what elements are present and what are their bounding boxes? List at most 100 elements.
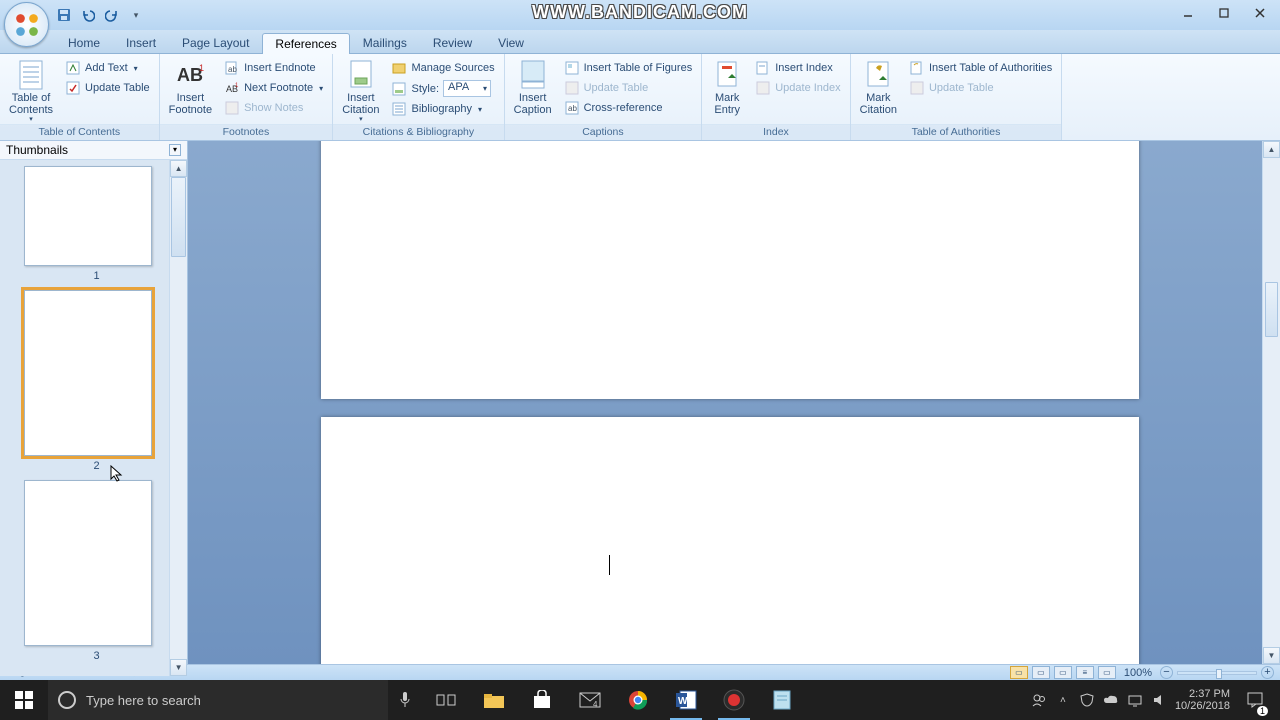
document-scrollbar[interactable]: ▲ ▼: [1262, 141, 1280, 664]
office-button[interactable]: [4, 2, 49, 47]
zoom-level[interactable]: 100%: [1124, 667, 1152, 679]
microphone-icon[interactable]: [388, 680, 422, 720]
toc-label: Table of Contents: [9, 92, 53, 116]
taskbar-bandicam[interactable]: [710, 680, 758, 720]
zoom-out-button[interactable]: −: [1160, 666, 1173, 679]
qat-customize-icon[interactable]: ▾: [127, 6, 145, 24]
mark-citation-button[interactable]: Mark Citation: [856, 57, 901, 116]
toc-icon: [15, 59, 47, 91]
taskbar-file-explorer[interactable]: [470, 680, 518, 720]
insert-toa-button[interactable]: Insert Table of Authorities: [905, 59, 1056, 77]
document-page-2[interactable]: [321, 417, 1139, 664]
view-draft-button[interactable]: ▭: [1098, 666, 1116, 679]
update-table-toc-button[interactable]: Update Table: [61, 79, 154, 97]
bibliography-button[interactable]: Bibliography: [387, 100, 498, 118]
ribbon: Table of Contents ▾ Add Text Update Tabl…: [0, 54, 1280, 141]
insert-index-button[interactable]: Insert Index: [751, 59, 844, 77]
tray-chevron-up-icon[interactable]: ˄: [1055, 692, 1071, 708]
taskbar-chrome[interactable]: [614, 680, 662, 720]
next-footnote-button[interactable]: AB1Next Footnote: [220, 79, 327, 97]
tray-date: 10/26/2018: [1175, 700, 1230, 712]
nav-scrollbar[interactable]: ▲ ▼: [169, 160, 187, 676]
minimize-button[interactable]: [1170, 2, 1206, 24]
mark-entry-button[interactable]: Mark Entry: [707, 57, 747, 116]
update-table-icon: [65, 80, 81, 96]
text-caret: [609, 555, 610, 575]
action-center-button[interactable]: 1: [1238, 680, 1272, 720]
footnote-icon: AB1: [174, 59, 206, 91]
view-print-layout-button[interactable]: ▭: [1010, 666, 1028, 679]
insert-endnote-button[interactable]: abInsert Endnote: [220, 59, 327, 77]
update-table-captions-button: Update Table: [560, 79, 697, 97]
thumbnail-page-3[interactable]: [24, 480, 152, 646]
add-text-icon: [65, 60, 81, 76]
insert-citation-button[interactable]: Insert Citation▾: [338, 57, 383, 124]
windows-taskbar: Type here to search 4 W ˄ 2:37 PM 10/26/…: [0, 680, 1280, 720]
tab-references[interactable]: References: [262, 33, 349, 54]
thumbnail-page-2[interactable]: [24, 290, 152, 456]
manage-sources-button[interactable]: Manage Sources: [387, 59, 498, 77]
insert-toa-icon: [909, 60, 925, 76]
svg-text:ab: ab: [228, 65, 237, 74]
document-page-1[interactable]: [321, 141, 1139, 399]
tab-view[interactable]: View: [485, 32, 537, 53]
insert-footnote-button[interactable]: AB1 Insert Footnote: [165, 57, 216, 116]
tray-time: 2:37 PM: [1175, 688, 1230, 700]
qat-redo-icon[interactable]: [103, 6, 121, 24]
nav-dropdown-icon[interactable]: ▾: [169, 144, 181, 156]
caption-icon: [517, 59, 549, 91]
search-placeholder: Type here to search: [86, 693, 378, 708]
tab-page-layout[interactable]: Page Layout: [169, 32, 262, 53]
tab-insert[interactable]: Insert: [113, 32, 169, 53]
tab-review[interactable]: Review: [420, 32, 485, 53]
update-index-icon: [755, 80, 771, 96]
cross-reference-button[interactable]: abCross-reference: [560, 99, 697, 117]
taskbar-store[interactable]: [518, 680, 566, 720]
tray-defender-icon[interactable]: [1079, 692, 1095, 708]
insert-table-of-figures-button[interactable]: Insert Table of Figures: [560, 59, 697, 77]
people-icon[interactable]: [1031, 692, 1047, 708]
taskbar-notepad[interactable]: [758, 680, 806, 720]
style-dropdown[interactable]: Style: APA▾: [387, 79, 498, 98]
taskbar-word[interactable]: W: [662, 680, 710, 720]
update-toa-icon: [909, 80, 925, 96]
tab-home[interactable]: Home: [55, 32, 113, 53]
tray-onedrive-icon[interactable]: [1103, 692, 1119, 708]
view-full-screen-button[interactable]: ▭: [1032, 666, 1050, 679]
taskbar-mail[interactable]: 4: [566, 680, 614, 720]
nav-panel-header[interactable]: Thumbnails ▾: [0, 141, 187, 160]
maximize-button[interactable]: [1206, 2, 1242, 24]
svg-text:4: 4: [593, 700, 598, 708]
taskbar-search[interactable]: Type here to search: [48, 680, 388, 720]
qat-undo-icon[interactable]: [79, 6, 97, 24]
next-footnote-icon: AB1: [224, 80, 240, 96]
view-web-button[interactable]: ▭: [1054, 666, 1072, 679]
tray-network-icon[interactable]: [1127, 692, 1143, 708]
bibliography-icon: [391, 101, 407, 117]
thumb-label-1: 1: [24, 270, 169, 282]
cortana-circle-icon: [58, 691, 76, 709]
update-index-button: Update Index: [751, 79, 844, 97]
group-captions-label: Captions: [505, 124, 702, 140]
tab-mailings[interactable]: Mailings: [350, 32, 420, 53]
start-button[interactable]: [0, 680, 48, 720]
document-area[interactable]: ▲ ▼: [188, 141, 1280, 664]
update-toa-button: Update Table: [905, 79, 1056, 97]
insert-caption-button[interactable]: Insert Caption: [510, 57, 556, 116]
close-button[interactable]: [1242, 2, 1278, 24]
view-outline-button[interactable]: ≡: [1076, 666, 1094, 679]
nav-title: Thumbnails: [6, 143, 68, 157]
task-view-button[interactable]: [422, 680, 470, 720]
svg-text:W: W: [678, 696, 688, 707]
qat-save-icon[interactable]: [55, 6, 73, 24]
thumb-label-2: 2: [24, 460, 169, 472]
tray-volume-icon[interactable]: [1151, 692, 1167, 708]
table-of-contents-button[interactable]: Table of Contents ▾: [5, 57, 57, 124]
thumb-label-3: 3: [24, 650, 169, 662]
thumbnail-page-1[interactable]: [24, 166, 152, 266]
zoom-slider[interactable]: [1177, 671, 1257, 675]
show-notes-icon: [224, 100, 240, 116]
add-text-button[interactable]: Add Text: [61, 59, 154, 77]
tray-clock[interactable]: 2:37 PM 10/26/2018: [1175, 688, 1230, 712]
zoom-in-button[interactable]: +: [1261, 666, 1274, 679]
